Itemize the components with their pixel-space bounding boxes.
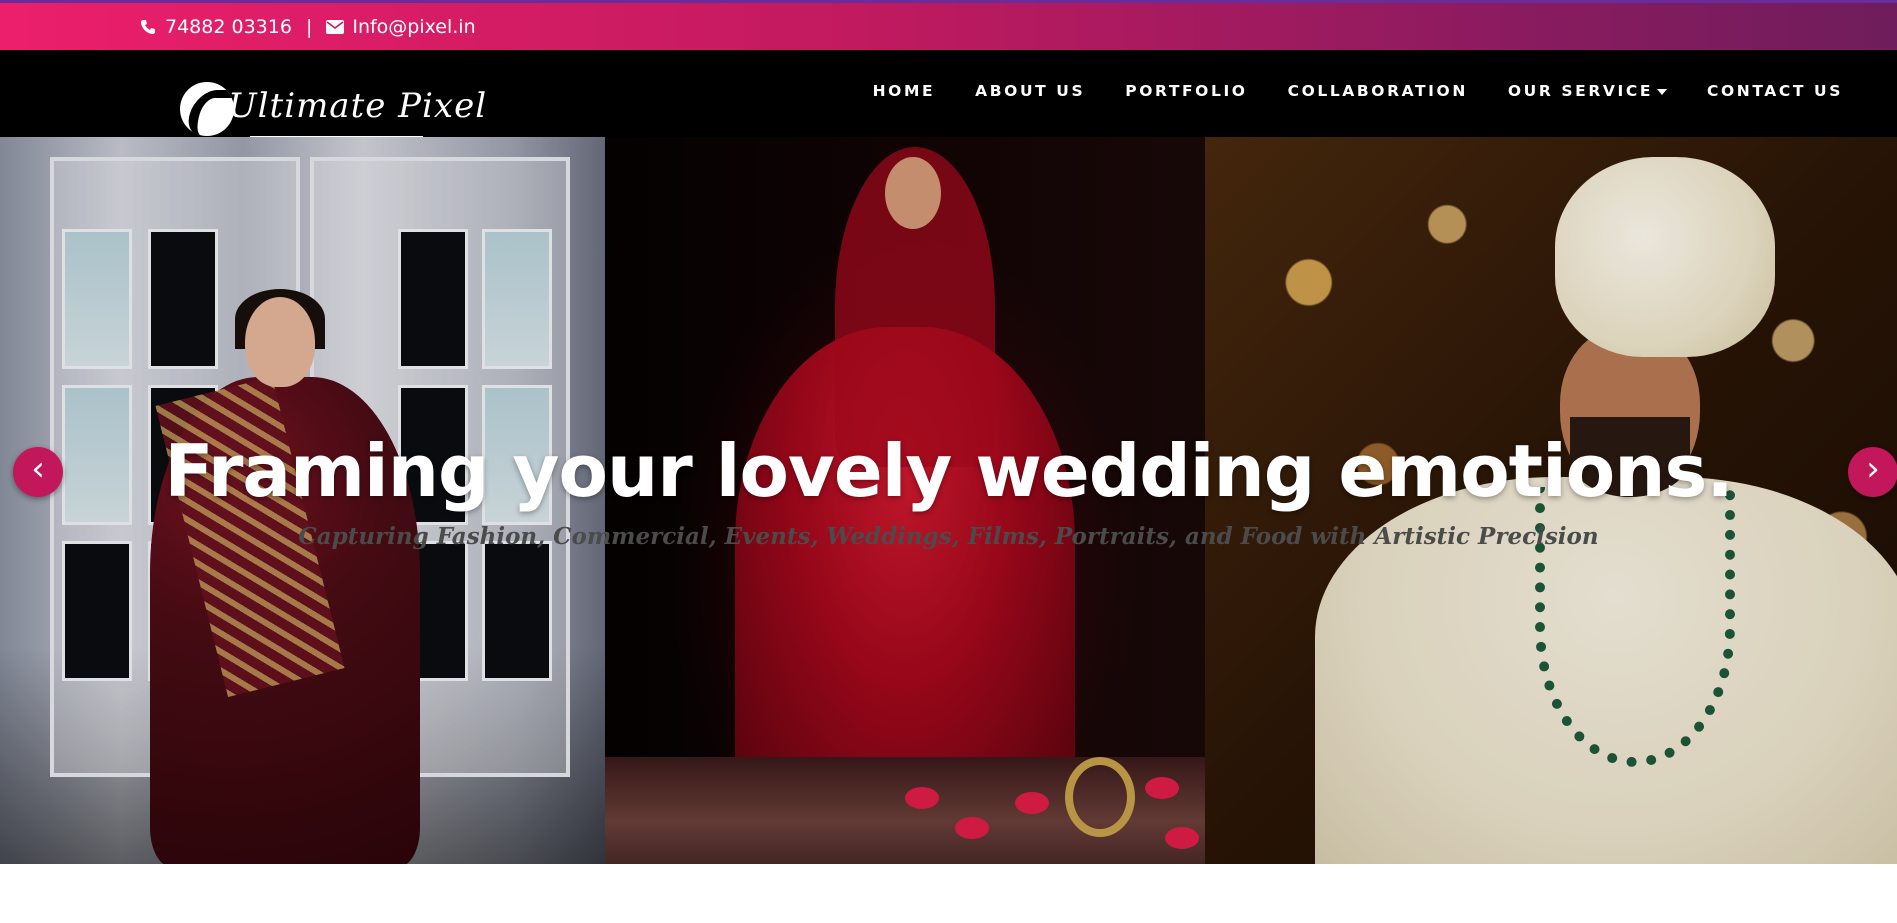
phone-icon xyxy=(139,18,157,36)
contact-info: 74882 03316 | Info@pixel.in xyxy=(139,16,476,38)
nav-portfolio[interactable]: PORTFOLIO xyxy=(1105,82,1267,100)
hero-subheadline: Capturing Fashion, Commercial, Events, W… xyxy=(298,523,1599,550)
envelope-icon xyxy=(326,18,345,36)
slider-next-button[interactable]: › xyxy=(1848,447,1897,497)
nav-about-us[interactable]: ABOUT US xyxy=(955,82,1105,100)
logo-mark-icon xyxy=(180,82,234,136)
hero-slider: Framing your lovely wedding emotions. Ca… xyxy=(0,137,1897,864)
top-contact-bar: 74882 03316 | Info@pixel.in xyxy=(0,0,1897,50)
caret-down-icon xyxy=(1657,88,1668,95)
nav-our-service-label: OUR SERVICE xyxy=(1507,82,1654,100)
email-address[interactable]: Info@pixel.in xyxy=(352,16,475,38)
chevron-left-icon: ‹ xyxy=(31,449,45,489)
contact-separator: | xyxy=(305,16,313,38)
slider-prev-button[interactable]: ‹ xyxy=(13,447,63,497)
nav-our-service[interactable]: OUR SERVICE xyxy=(1488,82,1687,100)
main-nav: HOME ABOUT US PORTFOLIO COLLABORATION OU… xyxy=(853,82,1863,100)
logo-text: Ultimate Pixel xyxy=(228,86,488,126)
page-content-area xyxy=(0,864,1897,923)
nav-home[interactable]: HOME xyxy=(853,82,956,100)
hero-headline: Framing your lovely wedding emotions. xyxy=(164,429,1733,513)
nav-contact-us[interactable]: CONTACT US xyxy=(1687,82,1863,100)
chevron-right-icon: › xyxy=(1866,449,1880,489)
phone-number[interactable]: 74882 03316 xyxy=(165,16,292,38)
nav-collaboration[interactable]: COLLABORATION xyxy=(1268,82,1488,100)
site-logo[interactable]: Ultimate Pixel xyxy=(180,80,486,138)
